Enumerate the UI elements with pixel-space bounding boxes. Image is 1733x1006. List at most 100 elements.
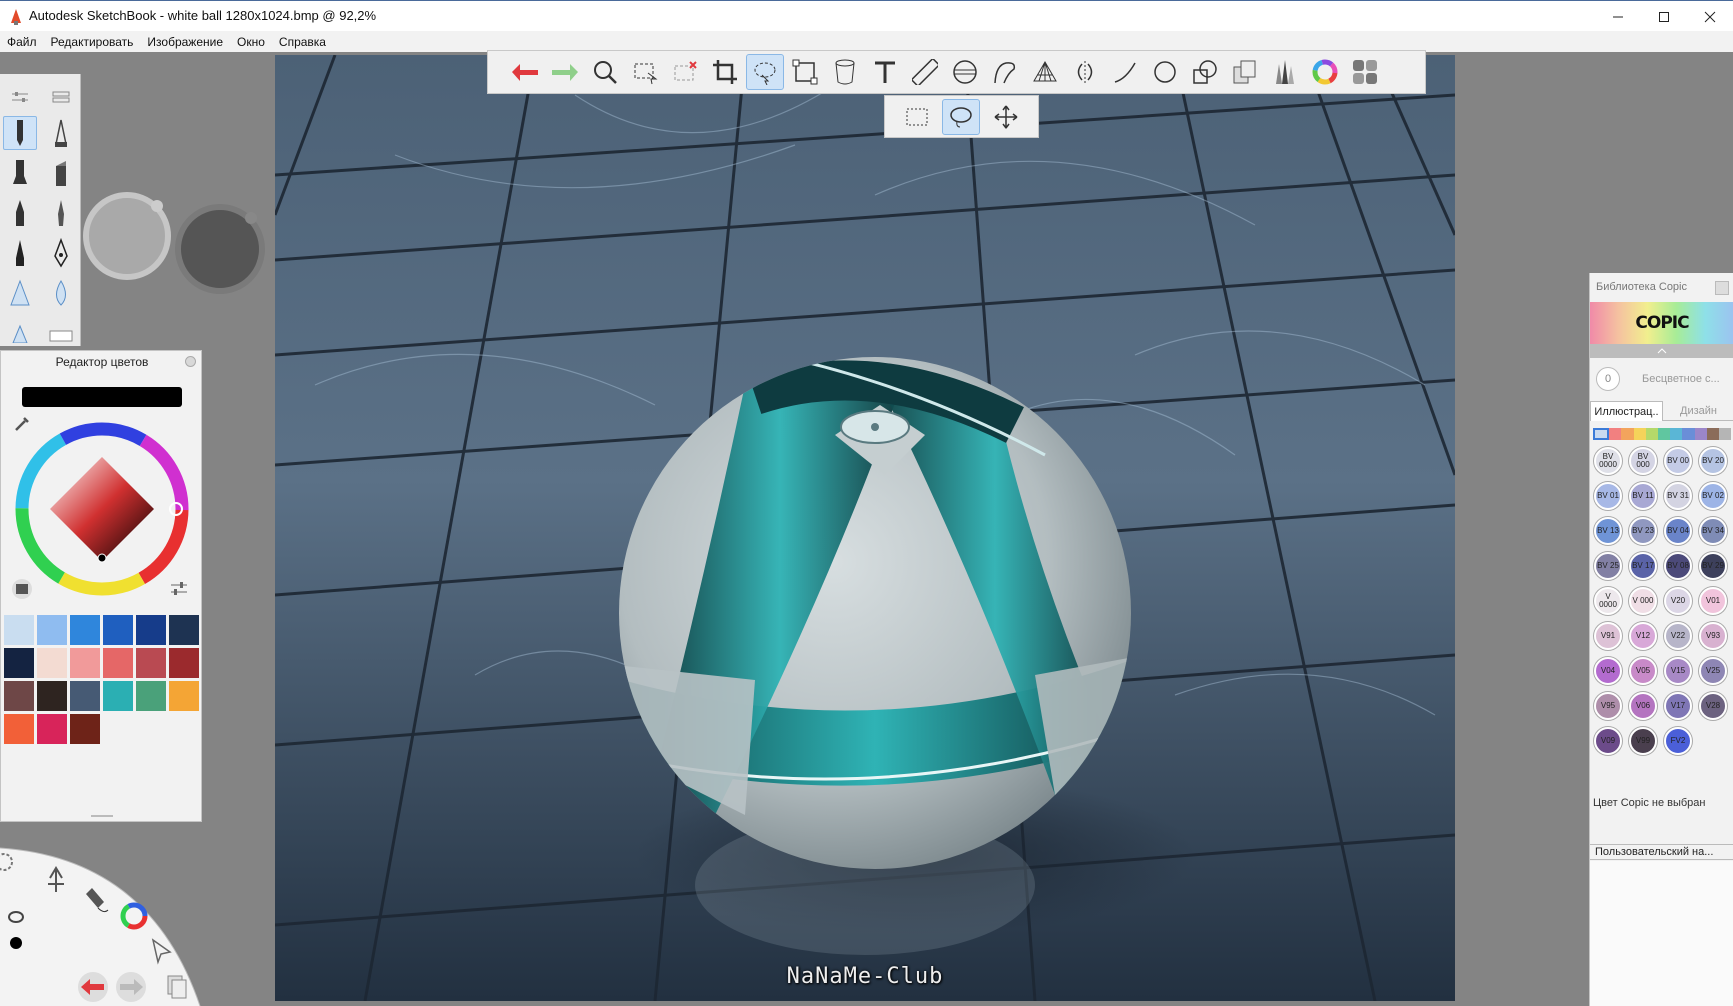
color-swatch[interactable] <box>37 714 67 744</box>
brush-properties-button[interactable] <box>3 80 37 114</box>
brush-smudge[interactable] <box>44 276 78 310</box>
copic-color-chip[interactable]: V15 <box>1664 657 1692 685</box>
color-wheel-tool[interactable] <box>1306 54 1344 90</box>
color-history-icon[interactable] <box>11 578 33 600</box>
color-swatch[interactable] <box>37 648 67 678</box>
copic-color-chip[interactable]: BV 00 <box>1664 447 1692 475</box>
copic-color-chip[interactable]: BV 23 <box>1629 517 1657 545</box>
copic-color-chip[interactable]: V05 <box>1629 657 1657 685</box>
color-swatch[interactable] <box>37 681 67 711</box>
menu-window[interactable]: Окно <box>237 35 265 49</box>
color-swatch[interactable] <box>4 681 34 711</box>
color-swatch[interactable] <box>169 615 199 645</box>
copic-hue-strip[interactable] <box>1593 428 1732 440</box>
copic-color-chip[interactable]: V95 <box>1594 692 1622 720</box>
copic-hue-segment[interactable] <box>1633 428 1646 440</box>
color-swatch[interactable] <box>70 681 100 711</box>
brush-opacity-puck[interactable] <box>175 204 265 294</box>
copic-library-tool[interactable] <box>1346 54 1384 90</box>
select-tool[interactable] <box>626 54 664 90</box>
copic-color-chip[interactable]: V91 <box>1594 622 1622 650</box>
undo-icon[interactable] <box>78 972 108 1002</box>
color-swatch[interactable] <box>169 681 199 711</box>
line-tool[interactable] <box>1106 54 1144 90</box>
transform-tool[interactable] <box>786 54 824 90</box>
color-swatch[interactable] <box>37 615 67 645</box>
move-select-button[interactable] <box>987 99 1025 135</box>
copic-color-chip[interactable]: BV 20 <box>1699 447 1727 475</box>
copic-hue-segment[interactable] <box>1593 428 1610 440</box>
zoom-tool[interactable] <box>586 54 624 90</box>
copic-color-chip[interactable]: BV 02 <box>1699 482 1727 510</box>
redo-icon[interactable] <box>116 972 146 1002</box>
copic-color-chip[interactable]: V25 <box>1699 657 1727 685</box>
layer-tool[interactable] <box>1226 54 1264 90</box>
brush-flat-eraser[interactable] <box>44 316 78 350</box>
copic-library-close-button[interactable] <box>1715 281 1729 295</box>
brush-ballpoint[interactable] <box>44 116 78 150</box>
brush-airbrush[interactable] <box>3 196 37 230</box>
panel-resize-handle[interactable] <box>91 815 113 817</box>
menu-edit[interactable]: Редактировать <box>51 35 134 49</box>
copic-color-chip[interactable]: BV 000 <box>1629 447 1657 475</box>
copic-hue-segment[interactable] <box>1706 428 1719 440</box>
color-swatch[interactable] <box>103 615 133 645</box>
copic-color-chip[interactable]: V09 <box>1594 727 1622 755</box>
undo-button[interactable] <box>506 54 544 90</box>
copic-color-chip[interactable]: BV 0000 <box>1594 447 1622 475</box>
color-editor-close-button[interactable] <box>185 356 196 367</box>
color-swatch[interactable] <box>136 615 166 645</box>
copic-hue-segment[interactable] <box>1657 428 1671 440</box>
color-swatch[interactable] <box>136 681 166 711</box>
menu-image[interactable]: Изображение <box>147 35 223 49</box>
copic-hue-segment[interactable] <box>1718 428 1732 440</box>
french-curve-tool[interactable] <box>986 54 1024 90</box>
lasso-select-tool[interactable] <box>746 54 784 90</box>
copic-color-chip[interactable]: V17 <box>1664 692 1692 720</box>
minimize-button[interactable] <box>1595 1 1641 32</box>
copic-hue-segment[interactable] <box>1670 428 1683 440</box>
copic-color-chip[interactable]: V99 <box>1629 727 1657 755</box>
brush-marker[interactable] <box>3 156 37 190</box>
copic-color-chip[interactable]: V01 <box>1699 587 1727 615</box>
color-swatch[interactable] <box>169 648 199 678</box>
copic-color-chip[interactable]: BV 11 <box>1629 482 1657 510</box>
copic-color-chip[interactable]: V28 <box>1699 692 1727 720</box>
copic-hue-segment[interactable] <box>1645 428 1658 440</box>
crop-tool[interactable] <box>706 54 744 90</box>
copic-color-chip[interactable]: BV 29 <box>1699 552 1727 580</box>
brush-library-tool[interactable] <box>1266 54 1304 90</box>
close-button[interactable] <box>1687 1 1733 32</box>
shape-tool[interactable] <box>1186 54 1224 90</box>
brush-inker[interactable] <box>3 236 37 270</box>
brush-eraser-hard[interactable] <box>3 276 37 310</box>
brush-chisel[interactable] <box>44 156 78 190</box>
copic-hue-segment[interactable] <box>1609 428 1622 440</box>
fill-tool[interactable] <box>826 54 864 90</box>
color-swatch[interactable] <box>4 714 34 744</box>
copic-color-chip[interactable]: V 000 <box>1629 587 1657 615</box>
lasso-select-button[interactable] <box>942 98 981 135</box>
copic-color-chip[interactable]: BV 25 <box>1594 552 1622 580</box>
canvas[interactable]: NaNaMe-Club <box>275 55 1455 1001</box>
color-swatch[interactable] <box>70 714 100 744</box>
copic-color-chip[interactable]: BV 08 <box>1664 552 1692 580</box>
copic-color-chip[interactable]: BV 01 <box>1594 482 1622 510</box>
brush-size-puck[interactable] <box>83 192 171 280</box>
color-swatch[interactable] <box>70 648 100 678</box>
copic-collapse-strip[interactable] <box>1590 344 1733 358</box>
perspective-tool[interactable] <box>1026 54 1064 90</box>
brush-pen[interactable] <box>44 236 78 270</box>
text-tool[interactable] <box>866 54 904 90</box>
color-swatch[interactable] <box>70 615 100 645</box>
circle-tool[interactable] <box>1146 54 1184 90</box>
color-swatch[interactable] <box>103 681 133 711</box>
maximize-button[interactable] <box>1641 1 1687 32</box>
copic-color-chip[interactable]: V93 <box>1699 622 1727 650</box>
copic-color-chip[interactable]: V22 <box>1664 622 1692 650</box>
ellipse-guide-tool[interactable] <box>946 54 984 90</box>
copic-color-chip[interactable]: V06 <box>1629 692 1657 720</box>
copic-hue-segment[interactable] <box>1682 428 1695 440</box>
symmetry-tool[interactable] <box>1066 54 1104 90</box>
copic-color-chip[interactable]: V04 <box>1594 657 1622 685</box>
